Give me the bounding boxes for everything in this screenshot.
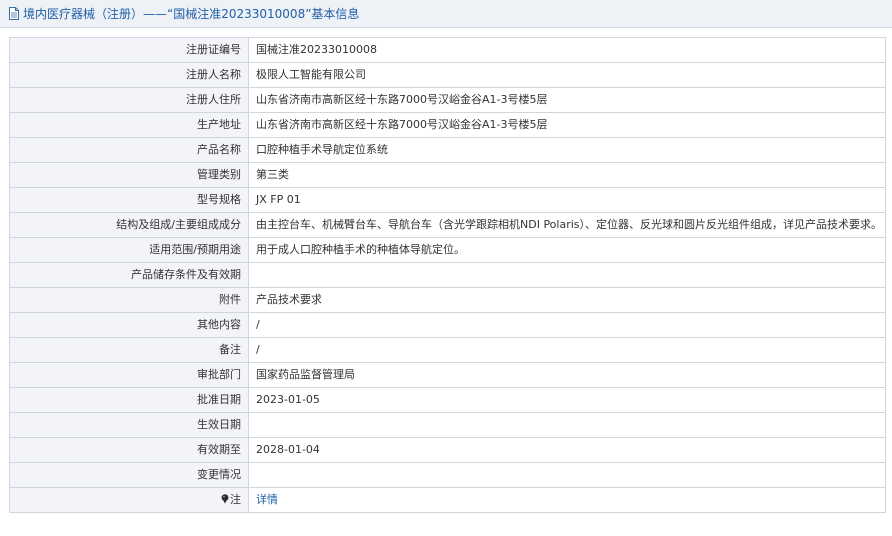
row-label: 结构及组成/主要组成成分 xyxy=(9,212,249,238)
page-title: 境内医疗器械（注册）——“国械注准20233010008”基本信息 xyxy=(23,7,360,21)
note-row: 注 详情 xyxy=(9,487,886,513)
row-label: 生产地址 xyxy=(9,112,249,138)
row-label: 适用范围/预期用途 xyxy=(9,237,249,263)
table-row: 注册人名称 极限人工智能有限公司 xyxy=(9,62,886,88)
row-label: 变更情况 xyxy=(9,462,249,488)
table-row: 产品储存条件及有效期 xyxy=(9,262,886,288)
row-value: 极限人工智能有限公司 xyxy=(248,62,886,88)
row-value: 2023-01-05 xyxy=(248,387,886,413)
table-row: 型号规格 JX FP 01 xyxy=(9,187,886,213)
row-label: 型号规格 xyxy=(9,187,249,213)
details-link[interactable]: 详情 xyxy=(256,493,278,506)
row-label: 批准日期 xyxy=(9,387,249,413)
row-label: 注册人名称 xyxy=(9,62,249,88)
table-row: 有效期至 2028-01-04 xyxy=(9,437,886,463)
row-label: 产品储存条件及有效期 xyxy=(9,262,249,288)
table-row: 管理类别 第三类 xyxy=(9,162,886,188)
info-table: 注册证编号 国械注准20233010008 注册人名称 极限人工智能有限公司 注册人住所… xyxy=(9,37,886,513)
table-row: 批准日期 2023-01-05 xyxy=(9,387,886,413)
row-value xyxy=(248,412,886,438)
row-label: 审批部门 xyxy=(9,362,249,388)
table-row: 产品名称 口腔种植手术导航定位系统 xyxy=(9,137,886,163)
row-value: 第三类 xyxy=(248,162,886,188)
table-row: 生效日期 xyxy=(9,412,886,438)
table-row: 注册证编号 国械注准20233010008 xyxy=(9,37,886,63)
document-icon xyxy=(8,7,20,20)
row-value xyxy=(248,262,886,288)
row-value: 用于成人口腔种植手术的种植体导航定位。 xyxy=(248,237,886,263)
row-label: 备注 xyxy=(9,337,249,363)
table-row: 注册人住所 山东省济南市高新区经十东路7000号汉峪金谷A1-3号楼5层 xyxy=(9,87,886,113)
table-row: 结构及组成/主要组成成分 由主控台车、机械臂台车、导航台车（含光学跟踪相机NDI … xyxy=(9,212,886,238)
row-label: 注册证编号 xyxy=(9,37,249,63)
table-row: 变更情况 xyxy=(9,462,886,488)
info-table-container: 注册证编号 国械注准20233010008 注册人名称 极限人工智能有限公司 注册人住所… xyxy=(9,37,886,513)
row-value: 山东省济南市高新区经十东路7000号汉峪金谷A1-3号楼5层 xyxy=(248,87,886,113)
table-row: 生产地址 山东省济南市高新区经十东路7000号汉峪金谷A1-3号楼5层 xyxy=(9,112,886,138)
row-value xyxy=(248,462,886,488)
row-label: 其他内容 xyxy=(9,312,249,338)
row-label: 注册人住所 xyxy=(9,87,249,113)
pin-icon xyxy=(221,489,229,504)
row-value: 由主控台车、机械臂台车、导航台车（含光学跟踪相机NDI Polaris）、定位器… xyxy=(248,212,886,238)
note-value-cell: 详情 xyxy=(248,487,886,513)
row-value: 口腔种植手术导航定位系统 xyxy=(248,137,886,163)
note-label-cell: 注 xyxy=(9,487,249,513)
row-value: 山东省济南市高新区经十东路7000号汉峪金谷A1-3号楼5层 xyxy=(248,112,886,138)
row-value: 国械注准20233010008 xyxy=(248,37,886,63)
row-label: 附件 xyxy=(9,287,249,313)
row-value: JX FP 01 xyxy=(248,187,886,213)
row-value: / xyxy=(248,337,886,363)
table-row: 备注 / xyxy=(9,337,886,363)
row-label: 管理类别 xyxy=(9,162,249,188)
table-row: 其他内容 / xyxy=(9,312,886,338)
table-row: 适用范围/预期用途 用于成人口腔种植手术的种植体导航定位。 xyxy=(9,237,886,263)
note-label: 注 xyxy=(230,493,241,506)
row-value: 产品技术要求 xyxy=(248,287,886,313)
table-row: 附件 产品技术要求 xyxy=(9,287,886,313)
row-label: 生效日期 xyxy=(9,412,249,438)
row-value: / xyxy=(248,312,886,338)
row-label: 有效期至 xyxy=(9,437,249,463)
table-row: 审批部门 国家药品监督管理局 xyxy=(9,362,886,388)
row-value: 2028-01-04 xyxy=(248,437,886,463)
page-header: 境内医疗器械（注册）——“国械注准20233010008”基本信息 xyxy=(0,0,892,28)
row-label: 产品名称 xyxy=(9,137,249,163)
row-value: 国家药品监督管理局 xyxy=(248,362,886,388)
